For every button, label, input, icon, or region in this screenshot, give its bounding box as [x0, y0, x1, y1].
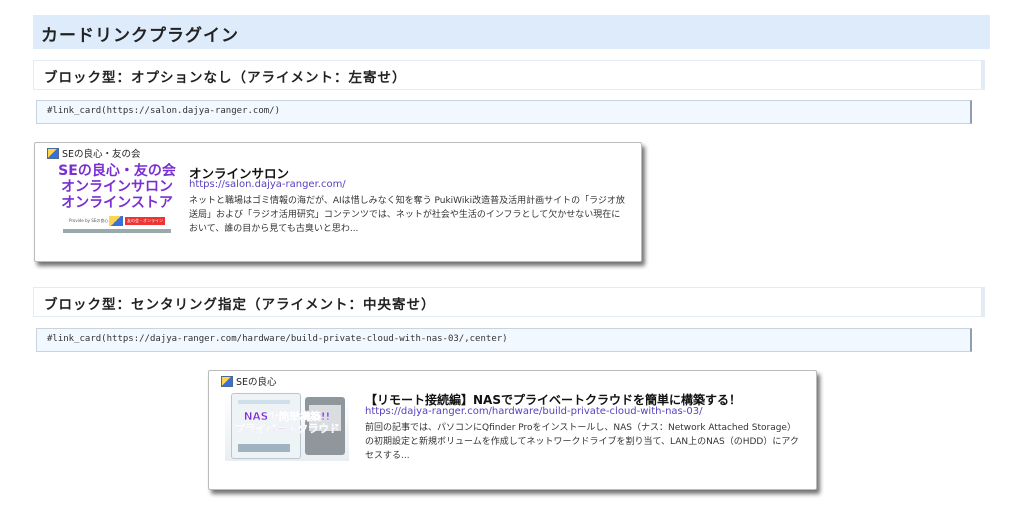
- thumb-line-1: SEの良心・友の会: [58, 163, 176, 179]
- code-block-left: #link_card(https://salon.dajya-ranger.co…: [36, 100, 972, 124]
- card-thumbnail-left[interactable]: SEの良心・友の会 オンラインサロン オンラインストア Provide by S…: [49, 163, 185, 235]
- card-url-center[interactable]: https://dajya-ranger.com/hardware/build-…: [365, 406, 702, 417]
- page-title: カードリンクプラグイン: [33, 15, 990, 49]
- card-description-left: ネットと職場はゴミ情報の海だが、AIは惜しみなく知を奪う PukiWiki改造普…: [189, 196, 625, 234]
- section-heading-left: ブロック型：オプションなし（アライメント：左寄せ）: [33, 60, 985, 90]
- code-block-center: #link_card(https://dajya-ranger.com/hard…: [36, 328, 972, 352]
- card-site-left: SEの良心・友の会: [47, 146, 141, 160]
- card-site-name: SEの良心: [236, 377, 277, 388]
- thumb-shadow: [63, 229, 171, 233]
- thumb-line-1: NASで簡単構築!!: [243, 411, 331, 423]
- site-favicon-icon: [221, 375, 233, 387]
- link-card-center[interactable]: SEの良心 NASで簡単構築!! プライベートクラウド 【リモート接続編】NAS…: [208, 370, 817, 490]
- thumb-line-2: オンラインサロン: [61, 179, 173, 195]
- card-site-name: SEの良心・友の会: [62, 149, 141, 160]
- thumb-footer: Provide by SEの良心: [69, 218, 109, 223]
- thumb-logo-icon: [109, 216, 123, 226]
- link-card-left[interactable]: SEの良心・友の会 SEの良心・友の会 オンラインサロン オンラインストア Pr…: [34, 142, 642, 262]
- site-favicon-icon: [47, 147, 59, 159]
- card-site-center: SEの良心: [221, 374, 277, 388]
- thumb-badge: 友の会・オンライン: [125, 217, 165, 225]
- thumb-line-2: プライベートクラウド: [234, 423, 340, 435]
- card-url-left[interactable]: https://salon.dajya-ranger.com/: [189, 179, 346, 190]
- section-heading-center: ブロック型：センタリング指定（アライメント：中央寄せ）: [33, 287, 985, 317]
- card-description-center: 前回の記事では、パソコンにQfinder Proをインストールし、NAS（ナス：…: [365, 423, 799, 461]
- thumb-line-3: オンラインストア: [61, 195, 173, 211]
- card-thumbnail-center[interactable]: NASで簡単構築!! プライベートクラウド: [225, 391, 349, 461]
